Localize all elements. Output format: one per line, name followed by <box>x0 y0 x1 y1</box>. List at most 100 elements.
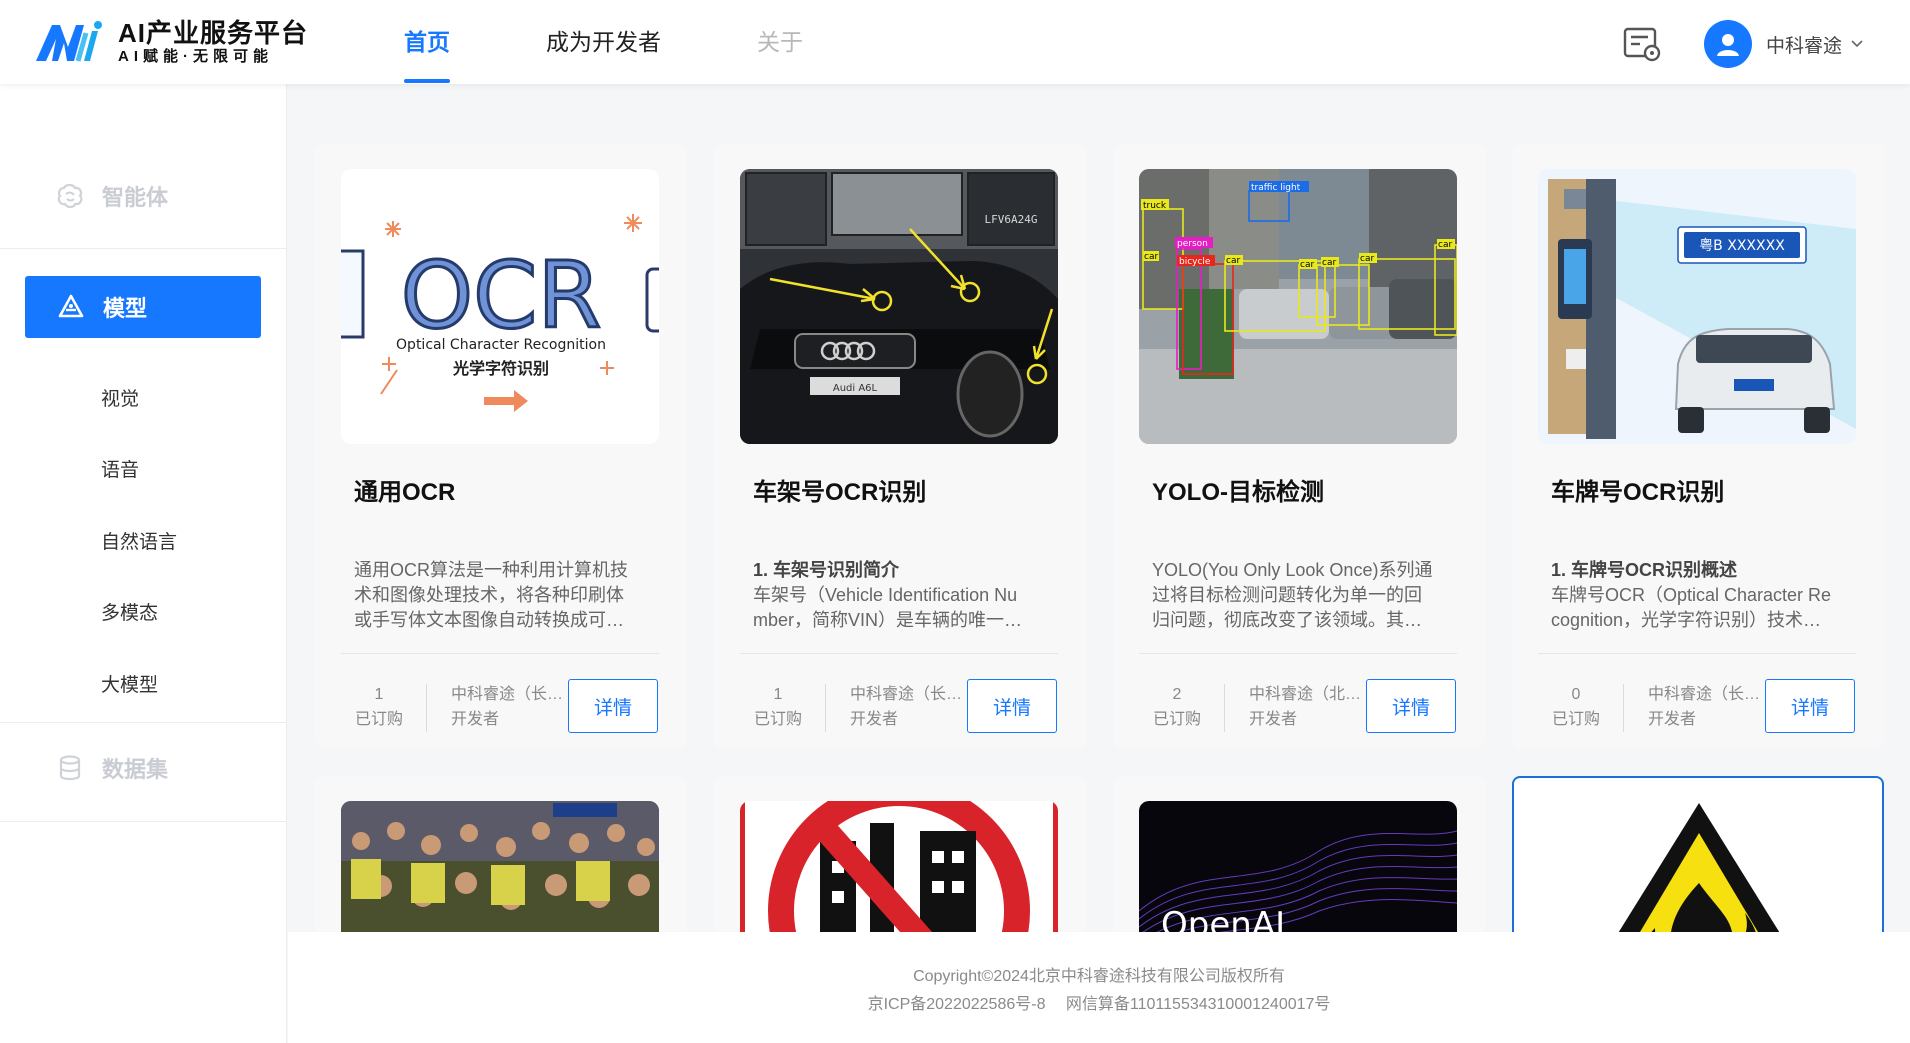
sidebar-item-multimodal[interactable]: 多模态 <box>101 598 158 625</box>
openai-wave-image: OpenAI <box>1139 801 1457 932</box>
card-title: 车牌号OCR识别 <box>1551 479 1725 506</box>
details-button[interactable]: 详情 <box>1366 679 1456 733</box>
subscription-count: 1 已订购 <box>746 682 810 732</box>
developer-name: 中科睿途（长… <box>451 686 564 703</box>
card-thumbnail: 粤B XXXXXX <box>1538 169 1856 444</box>
count-value: 1 <box>773 686 783 703</box>
count-label: 已订购 <box>1551 711 1600 728</box>
sidebar-item-nlp[interactable]: 自然语言 <box>101 527 177 554</box>
divider <box>1538 653 1856 654</box>
detection-label: car <box>1322 258 1336 268</box>
desc-line: cognition，光学字符识别）技术… <box>1551 610 1822 630</box>
card-thumbnail <box>740 801 1058 932</box>
desc-line: 车架号（Vehicle Identification Nu <box>753 585 1018 605</box>
desc-heading: 1. 车架号识别简介 <box>753 560 900 580</box>
nav-about[interactable]: 关于 <box>757 0 803 84</box>
card-thumbnail <box>341 801 659 932</box>
details-button[interactable]: 详情 <box>967 679 1057 733</box>
card-description: 通用OCR算法是一种利用计算机技 术和图像处理技术，将各种印刷体 或手写体文本图… <box>354 558 654 633</box>
divider <box>0 248 287 249</box>
divider <box>0 821 287 822</box>
sidebar-group-agent[interactable]: 智能体 <box>0 178 287 214</box>
footer-algo-filing[interactable]: 网信算备110115534310001240017号 <box>1066 996 1331 1013</box>
card-title: 通用OCR <box>354 479 456 506</box>
sidebar-item-speech[interactable]: 语音 <box>101 455 139 482</box>
divider <box>740 653 1058 654</box>
divider <box>0 722 287 723</box>
detection-label: car <box>1144 252 1158 262</box>
sidebar-item-llm[interactable]: 大模型 <box>101 670 158 697</box>
developer-label: 开发者 <box>1648 711 1697 728</box>
nav-home[interactable]: 首页 <box>404 0 450 84</box>
detection-label: truck <box>1143 201 1167 211</box>
sidebar-group-model[interactable]: 模型 <box>25 276 261 338</box>
detection-label: car <box>1300 260 1314 270</box>
thumb-plate-text: 粤B XXXXXX <box>1699 238 1785 254</box>
user-menu[interactable]: 中科睿途 <box>1704 20 1864 68</box>
divider <box>1623 684 1624 732</box>
divider <box>426 684 427 732</box>
thumb-openai-text: OpenAI <box>1161 905 1285 932</box>
brain-icon <box>57 183 83 209</box>
card-title: 车架号OCR识别 <box>753 479 927 506</box>
desc-line: mber，简称VIN）是车辆的唯一… <box>753 610 1023 630</box>
model-card[interactable]: 粤B XXXXXX 车牌号OCR识别 1. 车牌号OCR识别概述 车牌号OCR（… <box>1512 144 1884 748</box>
plate-recognition-illustration: 粤B XXXXXX <box>1538 169 1856 444</box>
sidebar-group-dataset[interactable]: 数据集 <box>0 750 287 786</box>
model-card[interactable] <box>315 776 687 932</box>
ocr-illustration: OCR Optical Character Recognition 光学字符识别 <box>341 169 659 444</box>
model-card[interactable]: OCR Optical Character Recognition 光学字符识别… <box>315 144 687 748</box>
message-settings-icon[interactable] <box>1623 26 1661 62</box>
top-header: AI产业服务平台 AI赋能·无限可能 首页 成为开发者 关于 中科睿途 <box>0 0 1910 84</box>
subscription-count: 2 已订购 <box>1145 682 1209 732</box>
detection-label: bicycle <box>1179 257 1211 267</box>
model-card[interactable]: truck traffic light person bicycle car c… <box>1113 144 1485 748</box>
logo[interactable]: AI产业服务平台 AI赋能·无限可能 <box>34 18 308 66</box>
details-button[interactable]: 详情 <box>568 679 658 733</box>
chevron-down-icon[interactable] <box>1850 37 1864 51</box>
card-description: 1. 车架号识别简介 车架号（Vehicle Identification Nu… <box>753 558 1053 633</box>
desc-line: 术和图像处理技术，将各种印刷体 <box>354 585 624 605</box>
app-title: AI产业服务平台 <box>118 18 309 48</box>
card-description: 1. 车牌号OCR识别概述 车牌号OCR（Optical Character R… <box>1551 558 1851 633</box>
developer-name: 中科睿途（长… <box>1648 686 1761 703</box>
developer-name: 中科睿途（长… <box>850 686 963 703</box>
subscription-count: 0 已订购 <box>1544 682 1608 732</box>
desc-line: 车牌号OCR（Optical Character Re <box>1551 585 1832 605</box>
yolo-street-photo: truck traffic light person bicycle car c… <box>1139 169 1457 444</box>
developer-info: 中科睿途（长… 开发者 <box>1648 682 1766 732</box>
thumb-ocr-text: OCR <box>401 242 602 349</box>
divider <box>1139 653 1457 654</box>
desc-line: 或手写体文本图像自动转换成可… <box>354 610 624 630</box>
model-card[interactable] <box>1512 776 1884 932</box>
sidebar-item-vision[interactable]: 视觉 <box>101 384 139 411</box>
no-construction-sign <box>740 801 1058 932</box>
desc-line: 过将目标检测问题转化为单一的回 <box>1152 585 1422 605</box>
footer: Copyright©2024北京中科睿途科技有限公司版权所有 京ICP备2022… <box>288 932 1910 1043</box>
user-name: 中科睿途 <box>1766 35 1843 57</box>
avatar[interactable] <box>1704 20 1752 68</box>
detection-label: car <box>1226 256 1240 266</box>
model-card[interactable]: OpenAI <box>1113 776 1485 932</box>
sidebar-group-label: 数据集 <box>102 757 169 782</box>
sidebar: 智能体 模型 视觉 语音 自然语言 多模态 大模型 数据集 <box>0 84 287 1043</box>
footer-copyright: Copyright©2024北京中科睿途科技有限公司版权所有 <box>913 968 1285 985</box>
crowd-photo <box>341 801 659 932</box>
card-thumbnail: LFV6A24G Audi A6L <box>740 169 1058 444</box>
count-value: 2 <box>1172 686 1182 703</box>
count-label: 已订购 <box>354 711 403 728</box>
footer-icp-link[interactable]: 京ICP备2022022586号-8 <box>868 996 1046 1013</box>
model-card[interactable] <box>714 776 1086 932</box>
developer-info: 中科睿途（北… 开发者 <box>1249 682 1367 732</box>
sidebar-group-label: 模型 <box>103 296 148 321</box>
divider <box>825 684 826 732</box>
card-thumbnail: OCR Optical Character Recognition 光学字符识别 <box>341 169 659 444</box>
fire-warning-sign <box>1540 803 1858 932</box>
details-button[interactable]: 详情 <box>1765 679 1855 733</box>
nav-become-developer[interactable]: 成为开发者 <box>546 0 661 84</box>
thumb-ocr-en: Optical Character Recognition <box>396 337 606 353</box>
desc-line: 归问题，彻底改变了该领域。其… <box>1152 610 1422 630</box>
thumb-car-badge: Audi A6L <box>833 383 878 394</box>
model-card[interactable]: LFV6A24G Audi A6L 车架号OCR识别 1. 车架号识别简介 车架… <box>714 144 1086 748</box>
detection-label: car <box>1360 254 1374 264</box>
